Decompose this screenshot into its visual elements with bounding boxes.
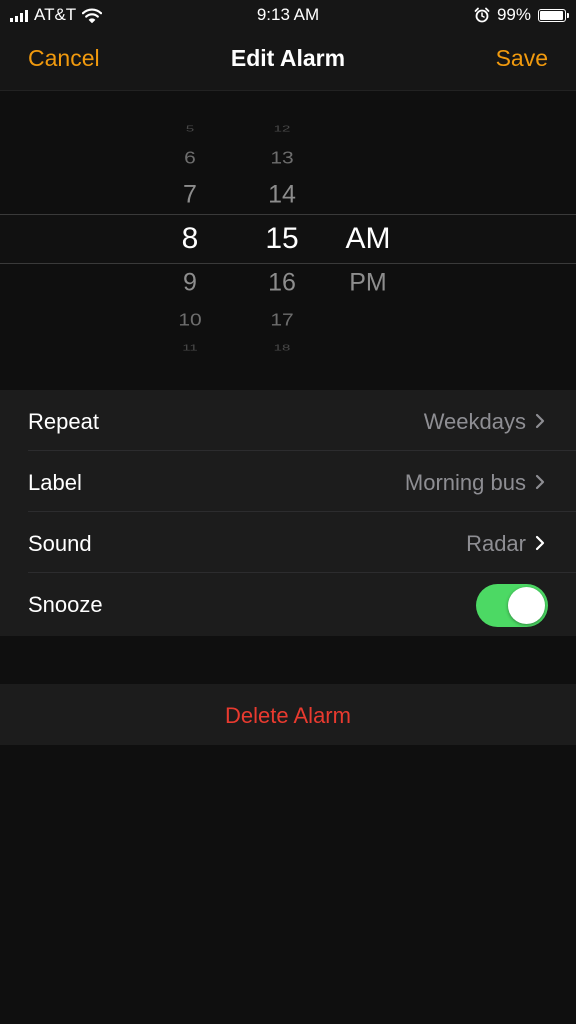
hour-wheel[interactable]: 5 6 7 8 9 10 11: [150, 91, 230, 389]
status-right: 99%: [474, 5, 569, 25]
period-wheel[interactable]: AM PM: [326, 91, 410, 389]
label-label: Label: [28, 470, 82, 495]
picker-hour-option[interactable]: 7: [150, 182, 230, 208]
repeat-row[interactable]: Repeat Weekdays: [0, 390, 576, 451]
repeat-label: Repeat: [28, 409, 99, 434]
cancel-button[interactable]: Cancel: [28, 45, 100, 72]
picker-minute-option[interactable]: 13: [242, 149, 322, 167]
battery-icon: [538, 8, 569, 22]
alarm-clock-icon: [474, 7, 490, 23]
picker-period-option[interactable]: PM: [326, 270, 410, 296]
picker-minute-option[interactable]: 14: [242, 182, 322, 208]
navigation-bar: Cancel Edit Alarm Save: [0, 30, 576, 91]
picker-period-selected[interactable]: AM: [326, 224, 410, 254]
save-button[interactable]: Save: [496, 45, 548, 72]
toggle-knob: [508, 587, 545, 624]
minute-wheel[interactable]: 12 13 14 15 16 17 18: [242, 91, 322, 389]
chevron-right-icon: [535, 474, 545, 490]
time-picker[interactable]: 5 6 7 8 9 10 11 12 13 14 15 16 17 18 AM …: [0, 91, 576, 389]
delete-alarm-label: Delete Alarm: [225, 703, 351, 728]
picker-minute-selected[interactable]: 15: [242, 224, 322, 254]
label-row[interactable]: Label Morning bus: [0, 451, 576, 512]
picker-minute-option[interactable]: 18: [242, 344, 322, 352]
picker-hour-selected[interactable]: 8: [150, 224, 230, 254]
picker-hour-option[interactable]: 11: [150, 344, 230, 352]
picker-minute-option[interactable]: 12: [242, 125, 322, 133]
picker-hour-option[interactable]: 5: [150, 125, 230, 133]
picker-minute-option[interactable]: 17: [242, 311, 322, 329]
snooze-row: Snooze: [0, 573, 576, 634]
picker-hour-option[interactable]: 6: [150, 149, 230, 167]
sound-value: Radar: [466, 531, 526, 556]
repeat-value: Weekdays: [423, 409, 526, 434]
alarm-settings-group: Repeat Weekdays Label Morning bus Sound …: [0, 390, 576, 636]
sound-row[interactable]: Sound Radar: [0, 512, 576, 573]
chevron-right-icon: [535, 535, 545, 551]
delete-alarm-button[interactable]: Delete Alarm: [0, 684, 576, 745]
battery-percent: 99%: [496, 5, 531, 24]
snooze-label: Snooze: [28, 592, 103, 617]
sound-label: Sound: [28, 531, 92, 556]
status-bar: AT&T 9:13 AM 99%: [0, 0, 576, 30]
snooze-toggle[interactable]: [476, 584, 548, 627]
picker-hour-option[interactable]: 10: [150, 311, 230, 329]
chevron-right-icon: [535, 413, 545, 429]
label-value: Morning bus: [404, 470, 526, 495]
picker-hour-option[interactable]: 9: [150, 270, 230, 296]
picker-minute-option[interactable]: 16: [242, 270, 322, 296]
